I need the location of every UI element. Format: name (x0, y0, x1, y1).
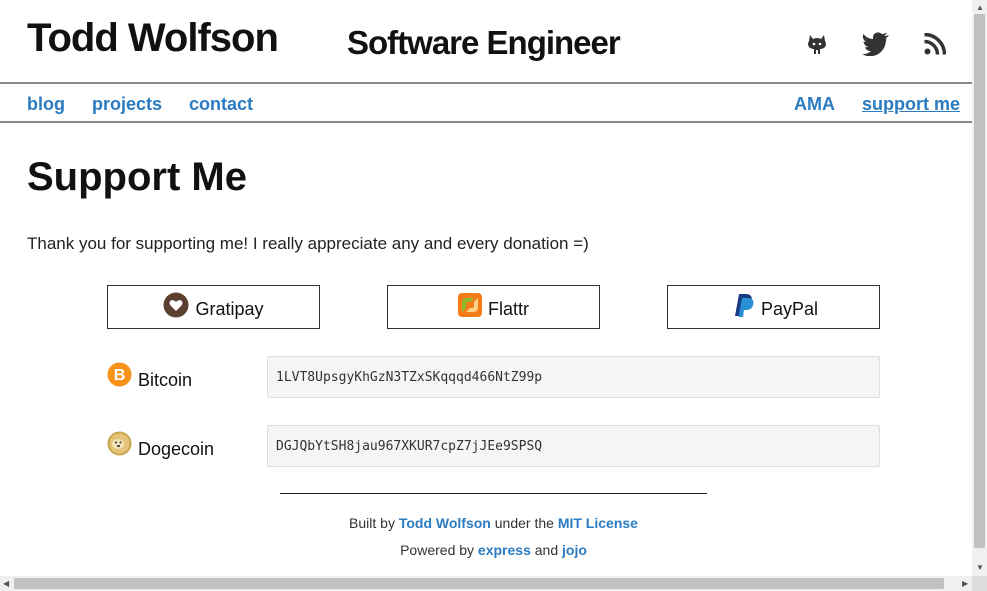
gratipay-button[interactable]: Gratipay (107, 285, 320, 329)
bitcoin-address-field[interactable]: 1LVT8UpsgyKhGzN3TZxSKqqqd466NtZ99p (267, 356, 880, 398)
site-name[interactable]: Todd Wolfson (27, 16, 279, 61)
gratipay-label: Gratipay (195, 298, 264, 319)
footer-built-by: Built by Todd Wolfson under the MIT Lice… (0, 515, 972, 531)
scroll-right-icon[interactable]: ▶ (962, 580, 968, 588)
flattr-button[interactable]: Flattr (387, 285, 600, 329)
github-icon[interactable] (803, 30, 831, 58)
footer-divider (280, 493, 707, 494)
flattr-icon (457, 292, 482, 322)
gratipay-icon (163, 292, 189, 323)
scroll-left-icon[interactable]: ◀ (3, 580, 9, 588)
dogecoin-row: Dogecoin DGJQbYtSH8jau967XKUR7cpZ7jJEe9S… (107, 425, 880, 467)
horizontal-scrollbar[interactable]: ◀ ▶ (0, 576, 987, 591)
nav-ama[interactable]: AMA (794, 94, 835, 115)
horizontal-scroll-thumb[interactable] (14, 578, 944, 589)
page: Todd Wolfson Software Engineer blog proj… (0, 0, 972, 576)
nav-blog[interactable]: blog (27, 94, 65, 115)
main-nav: blog projects contact AMA support me (0, 86, 972, 123)
vertical-scrollbar[interactable]: ▲ ▼ (972, 0, 987, 576)
scroll-down-icon[interactable]: ▼ (976, 564, 984, 572)
bitcoin-icon: B (107, 362, 132, 392)
paypal-label: PayPal (760, 298, 819, 319)
dogecoin-icon (107, 431, 132, 461)
bitcoin-label: Bitcoin (138, 369, 193, 390)
scrollbar-corner (972, 576, 987, 591)
nav-support-me[interactable]: support me (862, 94, 960, 115)
scroll-up-icon[interactable]: ▲ (976, 4, 984, 12)
express-link[interactable]: express (478, 542, 531, 558)
under-the-text: under the (494, 515, 554, 531)
bitcoin-row: B Bitcoin 1LVT8UpsgyKhGzN3TZxSKqqqd466Nt… (107, 356, 880, 398)
footer-powered-by: Powered by express and jojo (0, 542, 972, 558)
built-by-prefix: Built by (349, 515, 395, 531)
powered-by-prefix: Powered by (400, 542, 475, 558)
and-text: and (534, 542, 559, 558)
twitter-icon[interactable] (862, 30, 890, 58)
paypal-icon (729, 292, 755, 323)
site-tagline: Software Engineer (347, 24, 621, 61)
dogecoin-label-group: Dogecoin (107, 431, 214, 461)
dogecoin-address-field[interactable]: DGJQbYtSH8jau967XKUR7cpZ7jJEe9SPSQ (267, 425, 880, 467)
bitcoin-label-group: B Bitcoin (107, 362, 192, 392)
paypal-button[interactable]: PayPal (667, 285, 880, 329)
vertical-scroll-thumb[interactable] (974, 14, 985, 548)
svg-text:B: B (114, 367, 126, 384)
jojo-link[interactable]: jojo (562, 542, 587, 558)
license-link[interactable]: MIT License (558, 515, 638, 531)
flattr-label: Flattr (487, 298, 529, 319)
nav-projects[interactable]: projects (92, 94, 162, 115)
site-header: Todd Wolfson Software Engineer (0, 0, 972, 84)
author-link[interactable]: Todd Wolfson (399, 515, 491, 531)
nav-contact[interactable]: contact (189, 94, 253, 115)
page-title: Support Me (27, 155, 247, 199)
rss-icon[interactable] (921, 30, 949, 58)
intro-text: Thank you for supporting me! I really ap… (27, 234, 589, 253)
dogecoin-label: Dogecoin (138, 438, 215, 459)
